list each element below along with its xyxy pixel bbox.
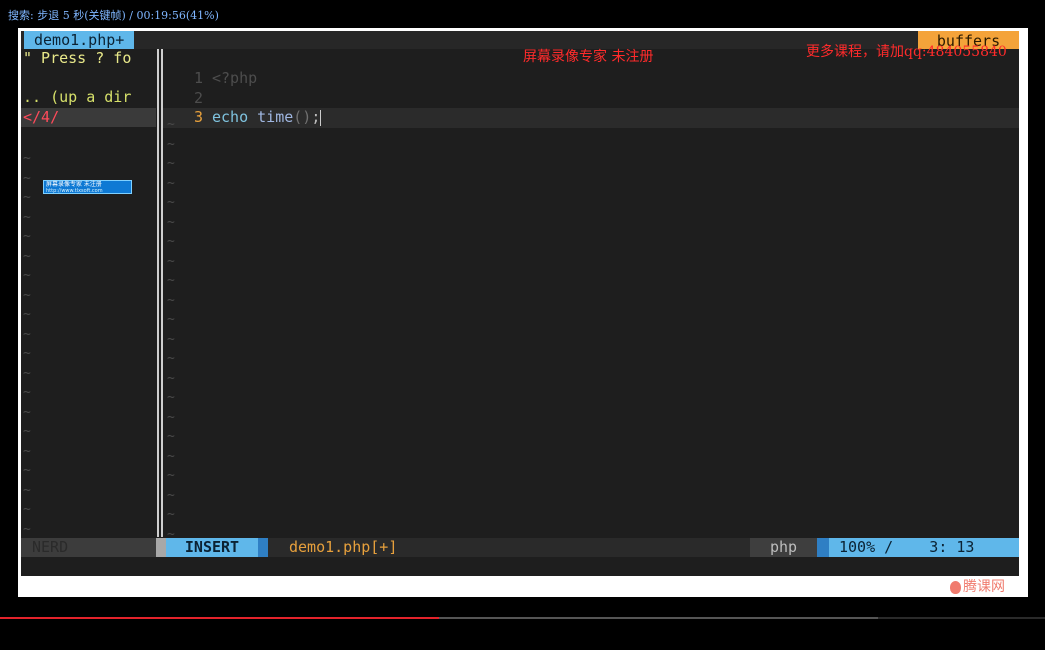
vim-statusline: NERD INSERT demo1.php[+] php 100% / 3: 1…	[21, 538, 1019, 557]
keyword-echo: echo	[212, 108, 249, 126]
empty-line-tilde: ~	[167, 487, 175, 503]
nerd-status: NERD	[21, 538, 156, 557]
nerdtree-blank-line	[21, 69, 156, 89]
editor-pane[interactable]: 1 <?php 2 3 echo time();	[163, 49, 1019, 537]
badge-title: 屏幕录像专家 未注册	[46, 181, 102, 188]
progress-played	[0, 617, 439, 619]
empty-line-tilde: ~	[23, 521, 31, 537]
empty-line-tilde: ~	[23, 385, 31, 400]
editor-line-1: 1 <?php	[163, 69, 1019, 89]
empty-line-tilde: ~	[167, 234, 175, 249]
empty-line-tilde: ~	[23, 326, 31, 342]
empty-line-tilde: ~	[167, 507, 175, 522]
empty-line-tilde: ~	[23, 463, 31, 478]
empty-line-tilde: ~	[167, 468, 175, 483]
empty-line-tilde: ~	[167, 292, 175, 308]
empty-line-tilde: ~	[167, 195, 175, 210]
empty-line-tilde: ~	[167, 253, 175, 269]
nerdtree-up-dir[interactable]: .. (up a dir	[21, 88, 156, 108]
recorder-badge: 屏幕录像专家 未注册 http://www.tlxsoft.com	[43, 180, 132, 194]
mode-separator	[258, 538, 268, 557]
function-time: time	[257, 108, 294, 126]
mode-indicator: INSERT	[166, 538, 258, 557]
empty-line-tilde: ~	[23, 365, 31, 381]
recorder-watermark: 屏幕录像专家 未注册	[523, 49, 654, 65]
empty-line-tilde: ~	[167, 156, 175, 171]
filetype-indicator: php	[750, 538, 817, 557]
empty-line-tilde: ~	[23, 307, 31, 322]
empty-line-tilde: ~	[167, 370, 175, 386]
cursor-position: 100% / 3: 13	[829, 538, 1019, 557]
line-number: 2	[193, 88, 203, 107]
nerdtree-panel[interactable]: " Press ? fo .. (up a dir </4/	[21, 49, 156, 537]
empty-line-tilde: ~	[23, 268, 31, 283]
text-cursor	[320, 109, 322, 126]
promo-watermark: 更多课程，请加qq:484055840	[806, 44, 1007, 60]
empty-line-tilde: ~	[23, 424, 31, 439]
empty-line-tilde: ~	[23, 443, 31, 459]
editor-line-2: 2	[163, 89, 1019, 109]
position-separator	[817, 538, 829, 557]
empty-line-tilde: ~	[23, 404, 31, 420]
empty-line-tilde: ~	[167, 351, 175, 366]
empty-line-tilde: ~	[23, 151, 31, 166]
player-osd-text: 搜索: 步退 5 秒(关键帧) / 00:19:56(41%)	[8, 9, 219, 22]
progress-buffered	[439, 617, 878, 619]
playback-progress-bar[interactable]	[0, 617, 1045, 619]
vim-terminal[interactable]: demo1.php+ buffers " Press ? fo .. (up a…	[21, 31, 1019, 576]
empty-line-tilde: ~	[167, 331, 175, 347]
empty-line-tilde: ~	[23, 502, 31, 517]
line-number: 1	[193, 69, 203, 87]
empty-line-tilde: ~	[23, 248, 31, 264]
empty-line-tilde: ~	[167, 136, 175, 152]
flame-icon	[950, 580, 961, 594]
empty-line-tilde: ~	[167, 409, 175, 425]
empty-line-tilde: ~	[23, 346, 31, 361]
nerdtree-current-dir[interactable]: </4/	[21, 107, 156, 127]
php-open-tag: <?php	[212, 69, 258, 87]
empty-line-tilde: ~	[23, 190, 31, 205]
logo-text: 腾课网	[963, 579, 1005, 595]
editor-empty-lines: ~ ~ ~ ~ ~ ~ ~ ~ ~ ~ ~ ~ ~ ~ ~ ~ ~ ~ ~ ~ ~ ~	[167, 115, 181, 544]
call-parens: ()	[293, 108, 312, 126]
editor-line-3: 3 echo time();	[163, 108, 1019, 128]
empty-line-tilde: ~	[23, 170, 31, 186]
empty-line-tilde: ~	[23, 287, 31, 303]
site-logo: 腾课网	[950, 576, 1005, 596]
badge-url: http://www.tlxsoft.com	[46, 188, 103, 194]
tab-demo1-php[interactable]: demo1.php+	[24, 31, 135, 49]
empty-line-tilde: ~	[167, 429, 175, 444]
empty-line-tilde: ~	[167, 448, 175, 464]
semicolon: ;	[311, 108, 321, 126]
empty-line-tilde: ~	[167, 117, 175, 132]
empty-line-tilde: ~	[167, 214, 175, 230]
empty-line-tilde: ~	[167, 273, 175, 288]
empty-line-tilde: ~	[167, 175, 175, 191]
empty-line-tilde: ~	[167, 312, 175, 327]
empty-line-tilde: ~	[23, 229, 31, 244]
status-separator	[156, 538, 166, 557]
status-filename: demo1.php[+]	[268, 538, 750, 557]
empty-line-tilde: ~	[23, 209, 31, 225]
nerdtree-help-hint: " Press ? fo	[23, 49, 132, 67]
vim-command-line[interactable]	[21, 557, 1019, 576]
nerdtree-empty-lines: ~ ~ ~ ~ ~ ~ ~ ~ ~ ~ ~ ~ ~ ~ ~ ~ ~ ~ ~ ~	[23, 149, 31, 539]
empty-line-tilde: ~	[167, 390, 175, 405]
empty-line-tilde: ~	[23, 482, 31, 498]
